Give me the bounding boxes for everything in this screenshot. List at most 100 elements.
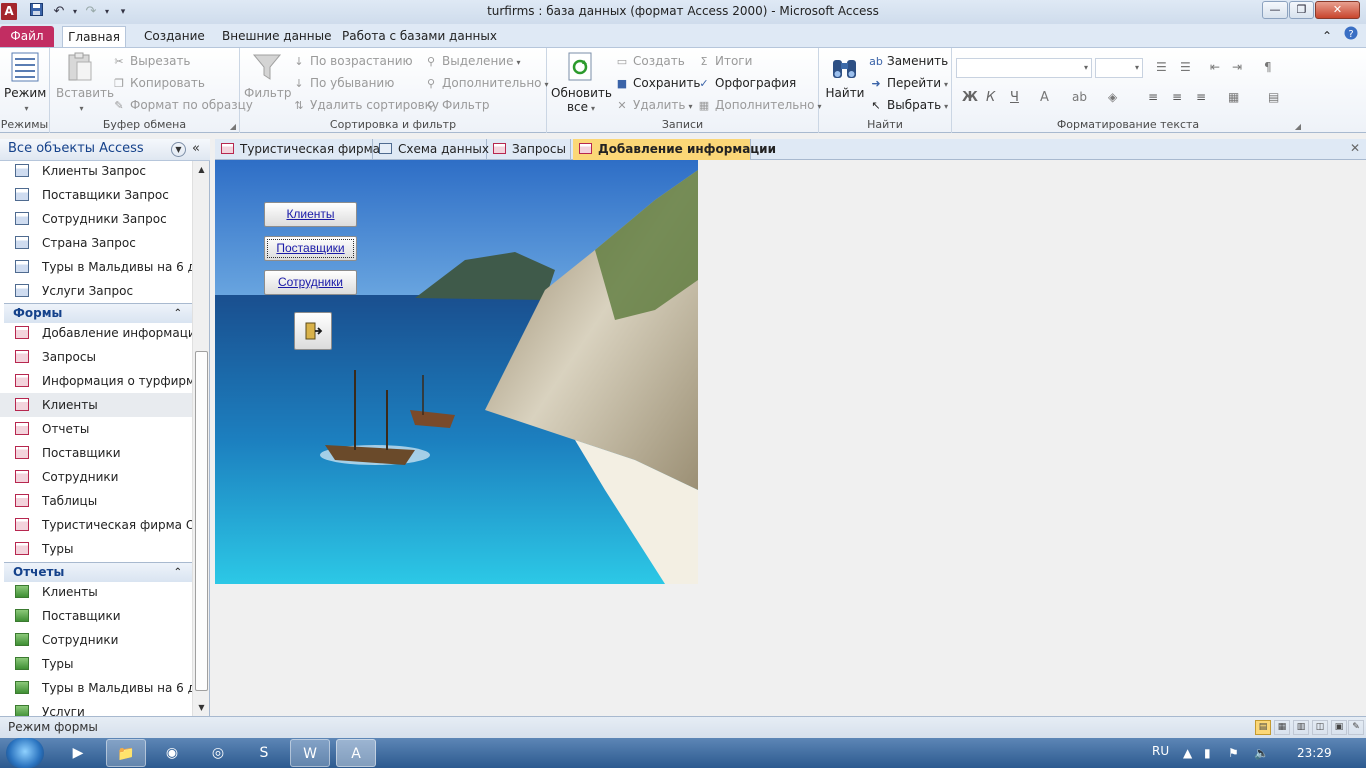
- nav-query-item[interactable]: Страна Запрос: [0, 231, 192, 255]
- nav-form-item[interactable]: Туристическая фирма О...: [0, 513, 192, 537]
- doc-tab-queries[interactable]: Запросы: [487, 139, 571, 160]
- paste-button[interactable]: Вставить ▾: [56, 52, 114, 114]
- gridlines-icon[interactable]: ▦: [1228, 90, 1239, 104]
- tab-external-data[interactable]: Внешние данные: [212, 26, 341, 48]
- numbering-icon[interactable]: ☰: [1180, 60, 1191, 74]
- paragraph-icon[interactable]: ¶: [1264, 60, 1272, 74]
- view-button[interactable]: Режим ▾: [4, 52, 46, 114]
- italic-button[interactable]: К: [986, 90, 995, 105]
- suppliers-button[interactable]: Поставщики: [264, 236, 357, 261]
- format-painter-button[interactable]: ✎ Формат по образцу: [112, 95, 252, 115]
- outdent-icon[interactable]: ⇤: [1210, 60, 1220, 74]
- nav-query-item[interactable]: Клиенты Запрос: [0, 159, 192, 183]
- clock[interactable]: 23:29: [1297, 746, 1332, 760]
- records-more-button[interactable]: ▦ Дополнительно ▾: [697, 95, 822, 115]
- nav-menu-chevron-icon[interactable]: ▼: [171, 142, 186, 157]
- clients-button[interactable]: Клиенты: [264, 202, 357, 227]
- nav-form-item[interactable]: Поставщики: [0, 441, 192, 465]
- text-format-launcher-icon[interactable]: ◢: [1295, 122, 1301, 131]
- close-document-icon[interactable]: ✕: [1350, 141, 1360, 155]
- nav-section-forms[interactable]: Формы ⌃: [4, 303, 192, 323]
- help-icon[interactable]: ?: [1344, 26, 1358, 48]
- nav-form-item[interactable]: Таблицы: [0, 489, 192, 513]
- select-button[interactable]: ↖ Выбрать ▾: [869, 95, 948, 115]
- spelling-button[interactable]: ✓ Орфография: [697, 73, 796, 93]
- sort-descending-button[interactable]: ↓ По убыванию: [292, 73, 394, 93]
- nav-form-item[interactable]: Сотрудники: [0, 465, 192, 489]
- nav-query-item[interactable]: Услуги Запрос: [0, 279, 192, 303]
- nav-form-item[interactable]: Туры: [0, 537, 192, 561]
- action-center-icon[interactable]: ⚑: [1228, 746, 1239, 760]
- keyboard-language[interactable]: RU: [1152, 744, 1169, 758]
- align-right-icon[interactable]: ≡: [1196, 90, 1206, 104]
- filter-big-button[interactable]: Фильтр: [244, 52, 291, 100]
- nav-report-item[interactable]: Клиенты: [0, 580, 192, 604]
- pivottable-view-icon[interactable]: ▥: [1293, 720, 1309, 735]
- advanced-filter-button[interactable]: ⚲ Дополнительно ▾: [424, 73, 549, 93]
- start-button[interactable]: [6, 738, 44, 768]
- volume-icon[interactable]: 🔈: [1254, 746, 1269, 760]
- nav-header[interactable]: Все объекты Access ▼ «: [0, 139, 210, 161]
- toggle-filter-button[interactable]: ⚲ Фильтр: [424, 95, 490, 115]
- close-button[interactable]: ✕: [1315, 1, 1360, 19]
- nav-form-item[interactable]: Отчеты: [0, 417, 192, 441]
- clipboard-launcher-icon[interactable]: ◢: [230, 122, 236, 131]
- save-record-button[interactable]: ■ Сохранить: [615, 73, 701, 93]
- bold-button[interactable]: Ж: [962, 90, 978, 105]
- scroll-thumb[interactable]: [195, 351, 208, 691]
- tab-home[interactable]: Главная: [62, 26, 126, 48]
- nav-report-item[interactable]: Туры в Мальдивы на 6 дн...: [0, 676, 192, 700]
- totals-button[interactable]: Σ Итоги: [697, 51, 753, 71]
- ribbon-minimize-icon[interactable]: ⌃: [1322, 26, 1332, 48]
- fill-color-icon[interactable]: ◈: [1108, 90, 1117, 104]
- nav-query-item[interactable]: Сотрудники Запрос: [0, 207, 192, 231]
- network-icon[interactable]: ▮: [1204, 746, 1211, 760]
- layout-view-icon[interactable]: ▣: [1331, 720, 1347, 735]
- tab-database-tools[interactable]: Работа с базами данных: [332, 26, 507, 48]
- scroll-up-icon[interactable]: ▲: [193, 161, 210, 178]
- steam-icon[interactable]: ◉: [152, 739, 192, 767]
- nav-form-item[interactable]: Добавление информации: [0, 321, 192, 345]
- pivotchart-view-icon[interactable]: ◫: [1312, 720, 1328, 735]
- nav-report-item[interactable]: Поставщики: [0, 604, 192, 628]
- tab-file[interactable]: Файл: [0, 26, 54, 48]
- align-left-icon[interactable]: ≡: [1148, 90, 1158, 104]
- maximize-button[interactable]: ❐: [1289, 1, 1314, 19]
- doc-tab-tourist-firm[interactable]: Туристическая фирма: [215, 139, 380, 160]
- nav-form-item[interactable]: Клиенты: [0, 393, 192, 417]
- font-size-select[interactable]: ▾: [1095, 58, 1143, 78]
- exit-button[interactable]: [294, 312, 332, 350]
- find-button[interactable]: Найти: [823, 52, 867, 100]
- nav-report-item[interactable]: Сотрудники: [0, 628, 192, 652]
- access-taskbar-icon[interactable]: A: [336, 739, 376, 767]
- nav-section-reports[interactable]: Отчеты ⌃: [4, 562, 192, 582]
- cut-button[interactable]: ✂ Вырезать: [112, 51, 190, 71]
- employees-button[interactable]: Сотрудники: [264, 270, 357, 295]
- highlight-icon[interactable]: ab: [1072, 90, 1087, 104]
- nav-collapse-icon[interactable]: «: [192, 141, 200, 156]
- new-record-button[interactable]: ▭ Создать: [615, 51, 685, 71]
- refresh-all-button[interactable]: Обновить все ▾: [551, 52, 612, 114]
- align-center-icon[interactable]: ≡: [1172, 90, 1182, 104]
- nav-form-item[interactable]: Запросы: [0, 345, 192, 369]
- datasheet-view-icon[interactable]: ▦: [1274, 720, 1290, 735]
- copy-button[interactable]: ❐ Копировать: [112, 73, 205, 93]
- goto-button[interactable]: ➜ Перейти ▾: [869, 73, 948, 93]
- delete-record-button[interactable]: ✕ Удалить ▾: [615, 95, 692, 115]
- bullets-icon[interactable]: ☰: [1156, 60, 1167, 74]
- remove-sort-button[interactable]: ⇅ Удалить сортировку: [292, 95, 439, 115]
- word-icon[interactable]: W: [290, 739, 330, 767]
- font-name-select[interactable]: ▾: [956, 58, 1092, 78]
- doc-tab-add-info[interactable]: Добавление информации: [573, 139, 776, 160]
- nav-form-item[interactable]: Информация о турфирме: [0, 369, 192, 393]
- chrome-icon[interactable]: ◎: [198, 739, 238, 767]
- nav-report-item[interactable]: Услуги: [0, 700, 192, 716]
- font-color-icon[interactable]: A: [1040, 90, 1049, 105]
- alternate-fill-icon[interactable]: ▤: [1268, 90, 1279, 104]
- design-view-icon[interactable]: ✎: [1348, 720, 1364, 735]
- nav-query-item[interactable]: Туры в Мальдивы на 6 дн...: [0, 255, 192, 279]
- minimize-button[interactable]: —: [1262, 1, 1288, 19]
- selection-button[interactable]: ⚲ Выделение ▾: [424, 51, 521, 71]
- form-view-icon[interactable]: ▤: [1255, 720, 1271, 735]
- media-player-icon[interactable]: ▶: [58, 739, 98, 767]
